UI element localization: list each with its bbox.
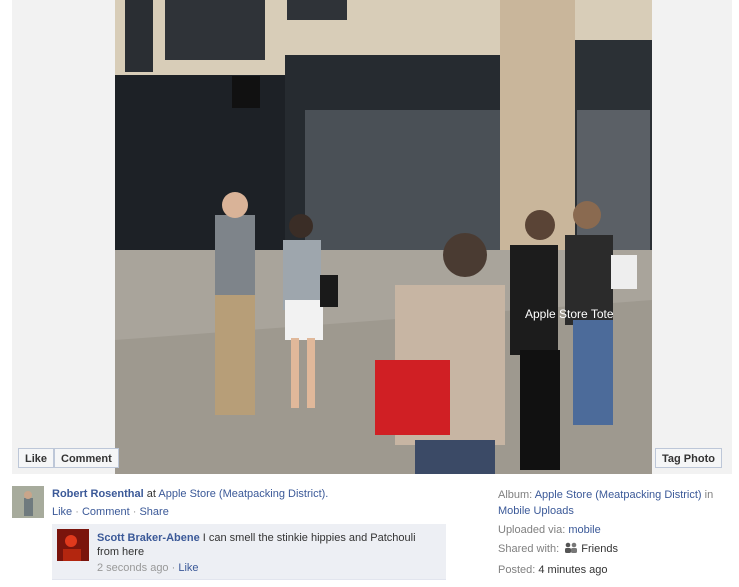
album-in-text: in [704, 489, 714, 501]
owner-actions: Like · Comment · Share [52, 505, 482, 519]
commenter-avatar[interactable] [57, 529, 89, 561]
comment-separator: · [171, 562, 176, 574]
photo[interactable]: Apple Store Tote [115, 0, 652, 474]
uploaded-via-link[interactable]: mobile [568, 524, 600, 536]
photo-like-comment-group: Like Comment [18, 448, 119, 468]
owner-name-link[interactable]: Robert Rosenthal [52, 488, 144, 500]
action-separator: · [75, 506, 79, 518]
uploaded-label: Uploaded via: [498, 524, 566, 536]
owner-share-link[interactable]: Share [139, 506, 168, 518]
comment-like-link[interactable]: Like [178, 562, 198, 574]
photo-like-button[interactable]: Like [18, 448, 55, 468]
posted-row: Posted: 4 minutes ago [498, 562, 728, 578]
photo-meta: Album: Apple Store (Meatpacking District… [498, 487, 728, 581]
album-link[interactable]: Apple Store (Meatpacking District) [535, 489, 702, 501]
album-row: Album: Apple Store (Meatpacking District… [498, 487, 728, 519]
photo-image: Apple Store Tote [115, 0, 652, 474]
owner-avatar[interactable] [12, 486, 44, 518]
place-link[interactable]: Apple Store (Meatpacking District). [158, 488, 328, 500]
owner-comment-link[interactable]: Comment [82, 506, 130, 518]
owner-line: Robert Rosenthal at Apple Store (Meatpac… [52, 487, 482, 502]
posted-value: 4 minutes ago [538, 564, 608, 576]
shared-row: Shared with: Friends [498, 541, 728, 559]
shared-label: Shared with: [498, 543, 560, 555]
commenter-name-link[interactable]: Scott Braker-Abene [97, 532, 200, 544]
comment-item: Scott Braker-Abene I can smell the stink… [52, 524, 446, 580]
posted-label: Posted: [498, 564, 536, 576]
tag-photo-button[interactable]: Tag Photo [655, 448, 722, 468]
shared-value: Friends [581, 543, 618, 555]
friends-icon [564, 542, 578, 559]
photo-comment-button[interactable]: Comment [54, 448, 119, 468]
owner-at-text: at [146, 488, 156, 500]
album-label: Album: [498, 489, 533, 501]
owner-like-link[interactable]: Like [52, 506, 72, 518]
photo-stage: Apple Store Tote [12, 0, 732, 474]
svg-text:Apple Store Tote: Apple Store Tote [525, 307, 614, 321]
album-parent-link[interactable]: Mobile Uploads [498, 505, 574, 517]
action-separator: · [132, 506, 137, 518]
comment-timestamp: 2 seconds ago [97, 562, 169, 574]
uploaded-row: Uploaded via: mobile [498, 522, 728, 538]
